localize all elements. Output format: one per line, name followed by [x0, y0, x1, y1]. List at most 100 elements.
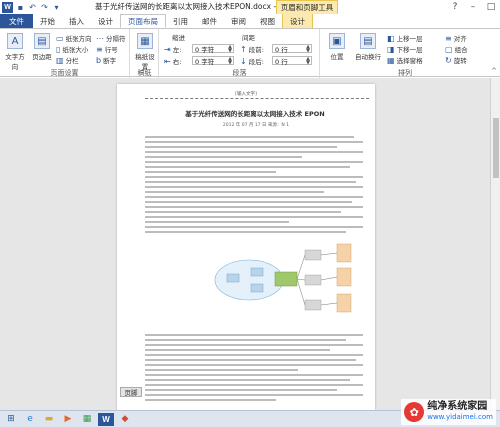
- redo-icon[interactable]: ↷: [40, 3, 49, 12]
- help-icon[interactable]: ?: [446, 0, 464, 14]
- align-button[interactable]: ≡ 对齐: [445, 33, 467, 44]
- spacing-before-input[interactable]: 0 行 ▲ ▼: [272, 44, 312, 54]
- title-bar: W ▪ ↶ ↷ ▾ 基于光纤传送网的长距离以太网接入技术EPON.docx - …: [0, 0, 500, 14]
- text-direction-button[interactable]: A 文字方向: [3, 33, 27, 71]
- spacing-after-input[interactable]: 0 行 ▲ ▼: [272, 56, 312, 66]
- orientation-button[interactable]: ▭ 纸张方向: [56, 33, 92, 44]
- position-button[interactable]: ▣ 位置: [325, 33, 349, 61]
- tab-view[interactable]: 视图: [253, 14, 282, 28]
- header-footer-tools-title: 页眉和页脚工具: [276, 0, 338, 14]
- site-logo-icon: ✿: [404, 402, 425, 422]
- margins-icon: ▤: [34, 33, 50, 49]
- selection-pane-button[interactable]: ▦ 选择窗格: [387, 55, 423, 66]
- tab-home[interactable]: 开始: [33, 14, 62, 28]
- text-direction-icon: A: [7, 33, 23, 49]
- page-setup-group: A 文字方向 ▤ 页边距 ▭ 纸张方向 ▯ 纸张大小 ▥ 分栏 ⋯ 分隔符 ≡ 行号 b断…: [0, 29, 130, 78]
- start-button-icon[interactable]: ⊞: [3, 413, 19, 426]
- browser-icon[interactable]: e: [22, 413, 38, 426]
- position-icon: ▣: [329, 33, 345, 49]
- tab-insert[interactable]: 插入: [62, 14, 91, 28]
- pictures-icon[interactable]: ▦: [79, 413, 95, 426]
- word-taskbar-icon[interactable]: W: [98, 412, 114, 426]
- indent-right-input[interactable]: 0 字符 ▲ ▼: [192, 56, 234, 66]
- watermark-url: www.yidaimei.com: [427, 413, 493, 421]
- send-backward-button[interactable]: ◨ 下移一层: [387, 44, 423, 55]
- margins-button[interactable]: ▤ 页边距: [30, 33, 54, 61]
- spacing-after-icon: ↓: [240, 56, 247, 66]
- save-icon[interactable]: ▪: [16, 3, 25, 12]
- media-player-icon[interactable]: ▶: [60, 413, 76, 426]
- app-taskbar-icon[interactable]: ◆: [117, 413, 133, 426]
- tab-mailings[interactable]: 邮件: [195, 14, 224, 28]
- bring-forward-icon: ◧: [387, 33, 395, 43]
- indent-right-label: ⇤ 右:: [164, 56, 182, 67]
- spacing-before-label: ↑ 段前:: [240, 44, 264, 55]
- wrap-text-icon: ▤: [360, 33, 376, 49]
- network-diagram-figure[interactable]: [207, 240, 367, 328]
- quick-access-more-icon[interactable]: ▾: [52, 3, 61, 12]
- folder-icon[interactable]: ▬: [41, 413, 57, 426]
- line-numbers-icon: ≡: [96, 44, 103, 54]
- body-text-block-2[interactable]: [145, 334, 363, 404]
- minimize-icon[interactable]: –: [464, 0, 482, 14]
- columns-button[interactable]: ▥ 分栏: [56, 55, 79, 66]
- spin-arrows-icon[interactable]: ▲ ▼: [228, 57, 232, 66]
- watermark-title: 纯净系统家园: [427, 401, 488, 412]
- vertical-scrollbar[interactable]: [490, 78, 500, 410]
- spacing-heading: 间距: [242, 34, 255, 42]
- tab-header-footer-design[interactable]: 设计: [282, 14, 313, 28]
- arrange-group: ▣ 位置 ▤ 自动换行 ◧ 上移一层 ◨ 下移一层 ▦ 选择窗格 ≡ 对齐 ▢ 组合 ↻ 旋…: [321, 29, 489, 78]
- line-numbers-button[interactable]: ≡ 行号: [96, 44, 118, 55]
- collapse-ribbon-icon[interactable]: ^: [491, 67, 497, 75]
- indent-heading: 缩进: [172, 34, 185, 42]
- bring-forward-button[interactable]: ◧ 上移一层: [387, 33, 423, 44]
- ribbon: A 文字方向 ▤ 页边距 ▭ 纸张方向 ▯ 纸张大小 ▥ 分栏 ⋯ 分隔符 ≡ 行号 b断…: [0, 28, 500, 78]
- document-page[interactable]: [输入文字] 基于光纤传送网的长距离以太网接入技术 EPON 2012 年 07…: [117, 84, 375, 410]
- maximize-icon[interactable]: □: [482, 0, 500, 14]
- arrange-label: 排列: [398, 69, 412, 77]
- document-title: 基于光纤传送网的长距离以太网接入技术EPON.docx - W...: [95, 2, 293, 11]
- window-controls: ? – □: [446, 0, 500, 14]
- spin-arrows-icon[interactable]: ▲ ▼: [306, 45, 310, 54]
- rotate-button[interactable]: ↻ 旋转: [445, 55, 467, 66]
- paragraph-label: 段落: [232, 69, 247, 77]
- indent-left-input[interactable]: 0 字符 ▲ ▼: [192, 44, 234, 54]
- orientation-icon: ▭: [56, 33, 64, 43]
- tab-references[interactable]: 引用: [166, 14, 195, 28]
- send-backward-icon: ◨: [387, 44, 395, 54]
- size-button[interactable]: ▯ 纸张大小: [56, 44, 88, 55]
- draft-label: 稿纸: [137, 69, 152, 77]
- hyphenation-icon: b: [96, 55, 102, 65]
- tab-file[interactable]: 文件: [0, 14, 33, 28]
- tab-design[interactable]: 设计: [91, 14, 120, 28]
- ribbon-tabs: 文件 开始 插入 设计 页面布局 引用 邮件 审阅 视图 设计: [0, 14, 500, 28]
- draft-settings-button[interactable]: ▦ 稿纸设置: [133, 33, 157, 71]
- scrollbar-thumb[interactable]: [493, 118, 499, 178]
- word-app-icon[interactable]: W: [2, 1, 13, 13]
- size-icon: ▯: [56, 44, 61, 54]
- document-area: 页眉 [输入文字] 基于光纤传送网的长距离以太网接入技术 EPON 2012 年…: [0, 78, 500, 410]
- page-setup-label: 页面设置: [50, 69, 79, 77]
- paragraph-group: 缩进 间距 ⇥ 左: 0 字符 ▲ ▼ ⇤ 右: 0 字符 ▲ ▼ ↑ 段前: 0 行 ▲ ▼ ↓…: [160, 29, 320, 78]
- tab-page-layout[interactable]: 页面布局: [120, 14, 166, 28]
- paper-title[interactable]: 基于光纤传送网的长距离以太网接入技术 EPON: [155, 108, 355, 118]
- footer-tag: 页脚: [120, 387, 142, 397]
- draft-group: ▦ 稿纸设置 稿纸: [131, 29, 159, 78]
- tab-review[interactable]: 审阅: [224, 14, 253, 28]
- body-text-block-1[interactable]: [145, 136, 363, 236]
- hyphenation-button[interactable]: b 断字: [96, 55, 116, 66]
- columns-icon: ▥: [56, 55, 64, 65]
- spin-arrows-icon[interactable]: ▲ ▼: [306, 57, 310, 66]
- site-watermark: ✿ 纯净系统家园 www.yidaimei.com: [401, 399, 496, 425]
- spin-arrows-icon[interactable]: ▲ ▼: [228, 45, 232, 54]
- wrap-text-button[interactable]: ▤ 自动换行: [353, 33, 383, 61]
- indent-left-icon: ⇥: [164, 44, 171, 54]
- breaks-button[interactable]: ⋯ 分隔符: [96, 33, 126, 44]
- group-button[interactable]: ▢ 组合: [445, 44, 468, 55]
- header-separator: [145, 98, 369, 99]
- draft-paper-icon: ▦: [137, 33, 153, 49]
- group-icon: ▢: [445, 44, 453, 54]
- header-placeholder-text[interactable]: [输入文字]: [117, 91, 375, 97]
- rotate-icon: ↻: [445, 55, 452, 65]
- undo-icon[interactable]: ↶: [28, 3, 37, 12]
